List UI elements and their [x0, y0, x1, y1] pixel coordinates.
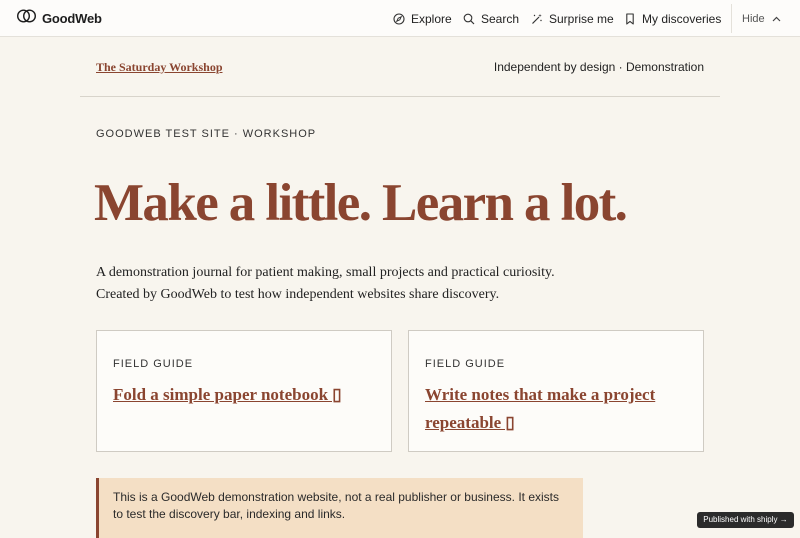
nav-my-discoveries-label: My discoveries [642, 11, 722, 26]
card-link-repeatable-notes[interactable]: Write notes that make a project repeatab… [425, 381, 687, 437]
hide-label: Hide [742, 12, 765, 25]
hide-button[interactable]: Hide [742, 0, 781, 37]
card-repeatable-notes: FIELD GUIDE Write notes that make a proj… [408, 330, 704, 452]
card-label: FIELD GUIDE [425, 358, 506, 370]
nav-explore[interactable]: Explore [393, 0, 452, 37]
goodweb-logo-icon [16, 9, 37, 28]
card-link-paper-notebook[interactable]: Fold a simple paper notebook ▯ [113, 381, 375, 409]
nav-search[interactable]: Search [463, 0, 519, 37]
page-headline: Make a little. Learn a lot. [94, 174, 628, 232]
search-icon [463, 13, 475, 25]
card-paper-notebook: FIELD GUIDE Fold a simple paper notebook… [96, 330, 392, 452]
demo-notice: This is a GoodWeb demonstration website,… [96, 478, 583, 538]
nav-surprise-me[interactable]: Surprise me [531, 0, 614, 37]
nav-search-label: Search [481, 11, 520, 26]
eyebrow: GOODWEB TEST SITE · WORKSHOP [96, 128, 317, 140]
compass-icon [393, 12, 405, 25]
discovery-bar: GoodWeb Explore Search Surprise me My di… [0, 0, 800, 37]
magic-wand-icon [531, 13, 543, 25]
site-tagline: Independent by design · Demonstration [493, 60, 704, 74]
intro-text: A demonstration journal for patient maki… [96, 265, 555, 302]
nav-surprise-me-label: Surprise me [549, 11, 614, 26]
header-divider [80, 96, 720, 97]
brand-name: GoodWeb [42, 11, 102, 26]
published-with-shiply-badge[interactable]: Published with shiply → [697, 512, 794, 528]
chevron-up-icon [772, 13, 781, 25]
nav-my-discoveries[interactable]: My discoveries [624, 0, 721, 37]
brand[interactable]: GoodWeb [16, 0, 102, 37]
bookmark-icon [624, 12, 636, 25]
card-label: FIELD GUIDE [113, 358, 194, 370]
site-title-link[interactable]: The Saturday Workshop [96, 60, 223, 75]
divider [731, 4, 732, 33]
nav-explore-label: Explore [411, 11, 452, 26]
